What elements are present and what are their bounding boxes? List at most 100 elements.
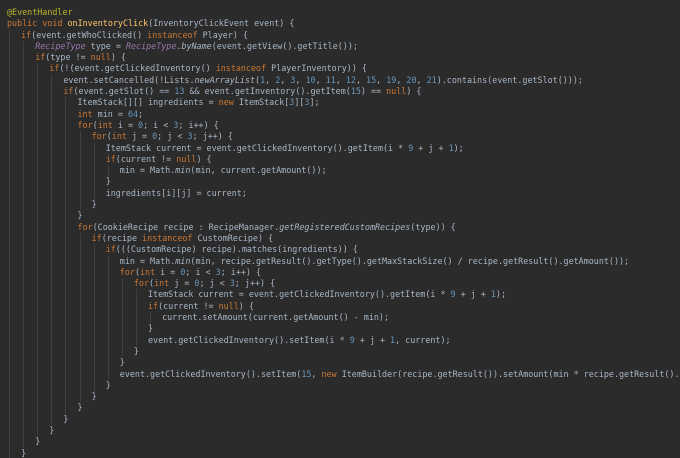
code-line[interactable]: public void onInventoryClick(InventoryCl…	[0, 18, 680, 29]
indent-guide	[9, 345, 10, 358]
indent-guide	[37, 357, 39, 369]
indent-guide	[51, 278, 53, 290]
code-line[interactable]: }	[0, 345, 680, 358]
code-line[interactable]: int min = 64;	[0, 108, 680, 120]
indent-guide	[65, 221, 67, 233]
indent-guide	[37, 119, 39, 132]
code-content: if(!(event.getClickedInventory() instanc…	[49, 63, 367, 73]
code-line[interactable]: }	[0, 424, 680, 437]
code-line[interactable]: if(type != null) {	[0, 52, 680, 64]
indent-guide	[9, 266, 10, 279]
indent-guide	[79, 379, 81, 392]
code-token-plain: ;	[138, 108, 144, 119]
indent-guide	[37, 266, 39, 279]
code-line[interactable]: ItemStack current = event.getClickedInve…	[0, 289, 680, 301]
code-token-plain: ; i++) {	[220, 266, 262, 277]
code-token-number: 64	[127, 108, 139, 119]
code-line[interactable]: ItemStack[][] ingredients = new ItemStac…	[0, 97, 680, 109]
indent-guide	[121, 312, 123, 324]
code-token-keyword: if	[35, 52, 46, 63]
indent-guide	[23, 221, 25, 233]
indent-guide	[65, 176, 67, 188]
indent-guide	[65, 210, 67, 222]
indent-guide	[93, 278, 95, 290]
code-line[interactable]: if(!(event.getClickedInventory() instanc…	[0, 63, 680, 75]
code-token-plain: }	[105, 379, 111, 390]
code-line[interactable]: event.getClickedInventory().setItem(i * …	[0, 334, 680, 346]
code-content: if(((CustomRecipe) recipe).matches(ingre…	[106, 244, 358, 254]
code-token-plain: (type !=	[45, 52, 91, 63]
code-line[interactable]: if(event.getSlot() == 13 && event.getInv…	[0, 86, 680, 98]
code-line[interactable]: }	[0, 176, 680, 188]
code-token-plain: }	[21, 447, 27, 458]
code-token-plain: }	[105, 176, 111, 187]
code-line[interactable]: }	[0, 436, 680, 448]
code-line[interactable]: min = Math.min(min, current.getAmount())…	[0, 165, 680, 177]
indent-guide	[23, 232, 25, 245]
code-content: }	[106, 176, 111, 186]
indent-guide	[79, 345, 81, 358]
indent-guide	[107, 278, 109, 290]
code-line[interactable]: }	[0, 413, 680, 425]
code-token-plain: ,	[295, 74, 306, 85]
indent-guide	[65, 379, 67, 392]
code-line[interactable]: }	[0, 323, 680, 335]
code-line[interactable]: }	[0, 379, 680, 392]
indent-guide	[121, 345, 123, 358]
indent-guide	[107, 357, 109, 369]
code-line[interactable]: }	[0, 447, 680, 458]
indent-guide	[37, 413, 39, 425]
code-line[interactable]: ItemStack current = event.getClickedInve…	[0, 142, 680, 154]
code-line[interactable]: event.getClickedInventory().setItem(15, …	[0, 368, 680, 380]
code-token-plain: ; j++) {	[192, 131, 233, 142]
indent-guide	[37, 255, 39, 267]
indent-guide	[37, 312, 39, 324]
code-line[interactable]: for(int i = 0; i < 3; i++) {	[0, 266, 680, 279]
indent-guide	[51, 232, 53, 245]
code-line[interactable]: RecipeType type = RecipeType.byName(even…	[0, 40, 680, 53]
code-line[interactable]: for(int j = 0; j < 3; j++) {	[0, 278, 680, 290]
indent-guide	[23, 52, 25, 64]
code-line[interactable]: for(CookieRecipe recipe : RecipeManager.…	[0, 221, 680, 233]
code-line[interactable]: if(current != null) {	[0, 153, 680, 166]
code-token-plain: min =	[97, 108, 128, 119]
indent-guide	[65, 153, 67, 166]
code-token-keyword: for	[133, 278, 150, 289]
code-content: }	[92, 391, 97, 401]
code-content: if(recipe instanceof CustomRecipe) {	[92, 233, 274, 243]
code-line[interactable]: min = Math.min(min, recipe.getResult().g…	[0, 255, 680, 267]
code-token-keyword: if	[63, 86, 74, 97]
code-line[interactable]: event.setCancelled(!Lists.newArrayList(1…	[0, 74, 680, 87]
code-content: for(int i = 0; i < 3; i++) {	[78, 120, 219, 130]
code-line[interactable]: }	[0, 210, 680, 222]
code-line[interactable]: ingredients[i][j] = current;	[0, 187, 680, 200]
code-line[interactable]: }	[0, 391, 680, 403]
code-line[interactable]: for(int i = 0; i < 3; i++) {	[0, 119, 680, 132]
code-content: if(event.getWhoClicked() instanceof Play…	[21, 30, 248, 40]
code-token-plain: event.getClickedInventory().setItem(i *	[148, 334, 350, 345]
code-line[interactable]: for(int j = 0; j < 3; j++) {	[0, 131, 680, 143]
indent-guide	[9, 199, 10, 211]
indent-guide	[37, 86, 39, 98]
code-line[interactable]: if(recipe instanceof CustomRecipe) {	[0, 232, 680, 245]
code-line[interactable]: current.setAmount(current.getAmount() - …	[0, 312, 680, 324]
code-line[interactable]: if(current != null) {	[0, 300, 680, 313]
code-line[interactable]: if(((CustomRecipe) recipe).matches(ingre…	[0, 244, 680, 256]
code-token-plain: ).contains(event.getSlot()));	[436, 74, 583, 85]
indent-guide	[23, 424, 25, 437]
indent-guide	[37, 334, 39, 346]
code-token-plain: event.setCancelled(!Lists.	[63, 74, 195, 85]
code-line[interactable]: }	[0, 199, 680, 211]
indent-guide	[65, 108, 67, 120]
code-line[interactable]: }	[0, 357, 680, 369]
code-token-plain: && event.getInventory().getItem(	[184, 86, 351, 97]
code-line[interactable]: if(event.getWhoClicked() instanceof Play…	[0, 29, 680, 41]
indent-guide	[37, 402, 39, 414]
indent-guide	[93, 323, 95, 335]
code-editor[interactable]: @EventHandler public void onInventoryClic…	[0, 0, 680, 458]
code-content: event.setCancelled(!Lists.newArrayList(1…	[63, 75, 583, 85]
indent-guide	[79, 334, 81, 346]
code-line[interactable]: @EventHandler	[0, 7, 680, 18]
code-line[interactable]: }	[0, 402, 680, 414]
code-token-plain: (event.getSlot() ==	[73, 86, 175, 97]
